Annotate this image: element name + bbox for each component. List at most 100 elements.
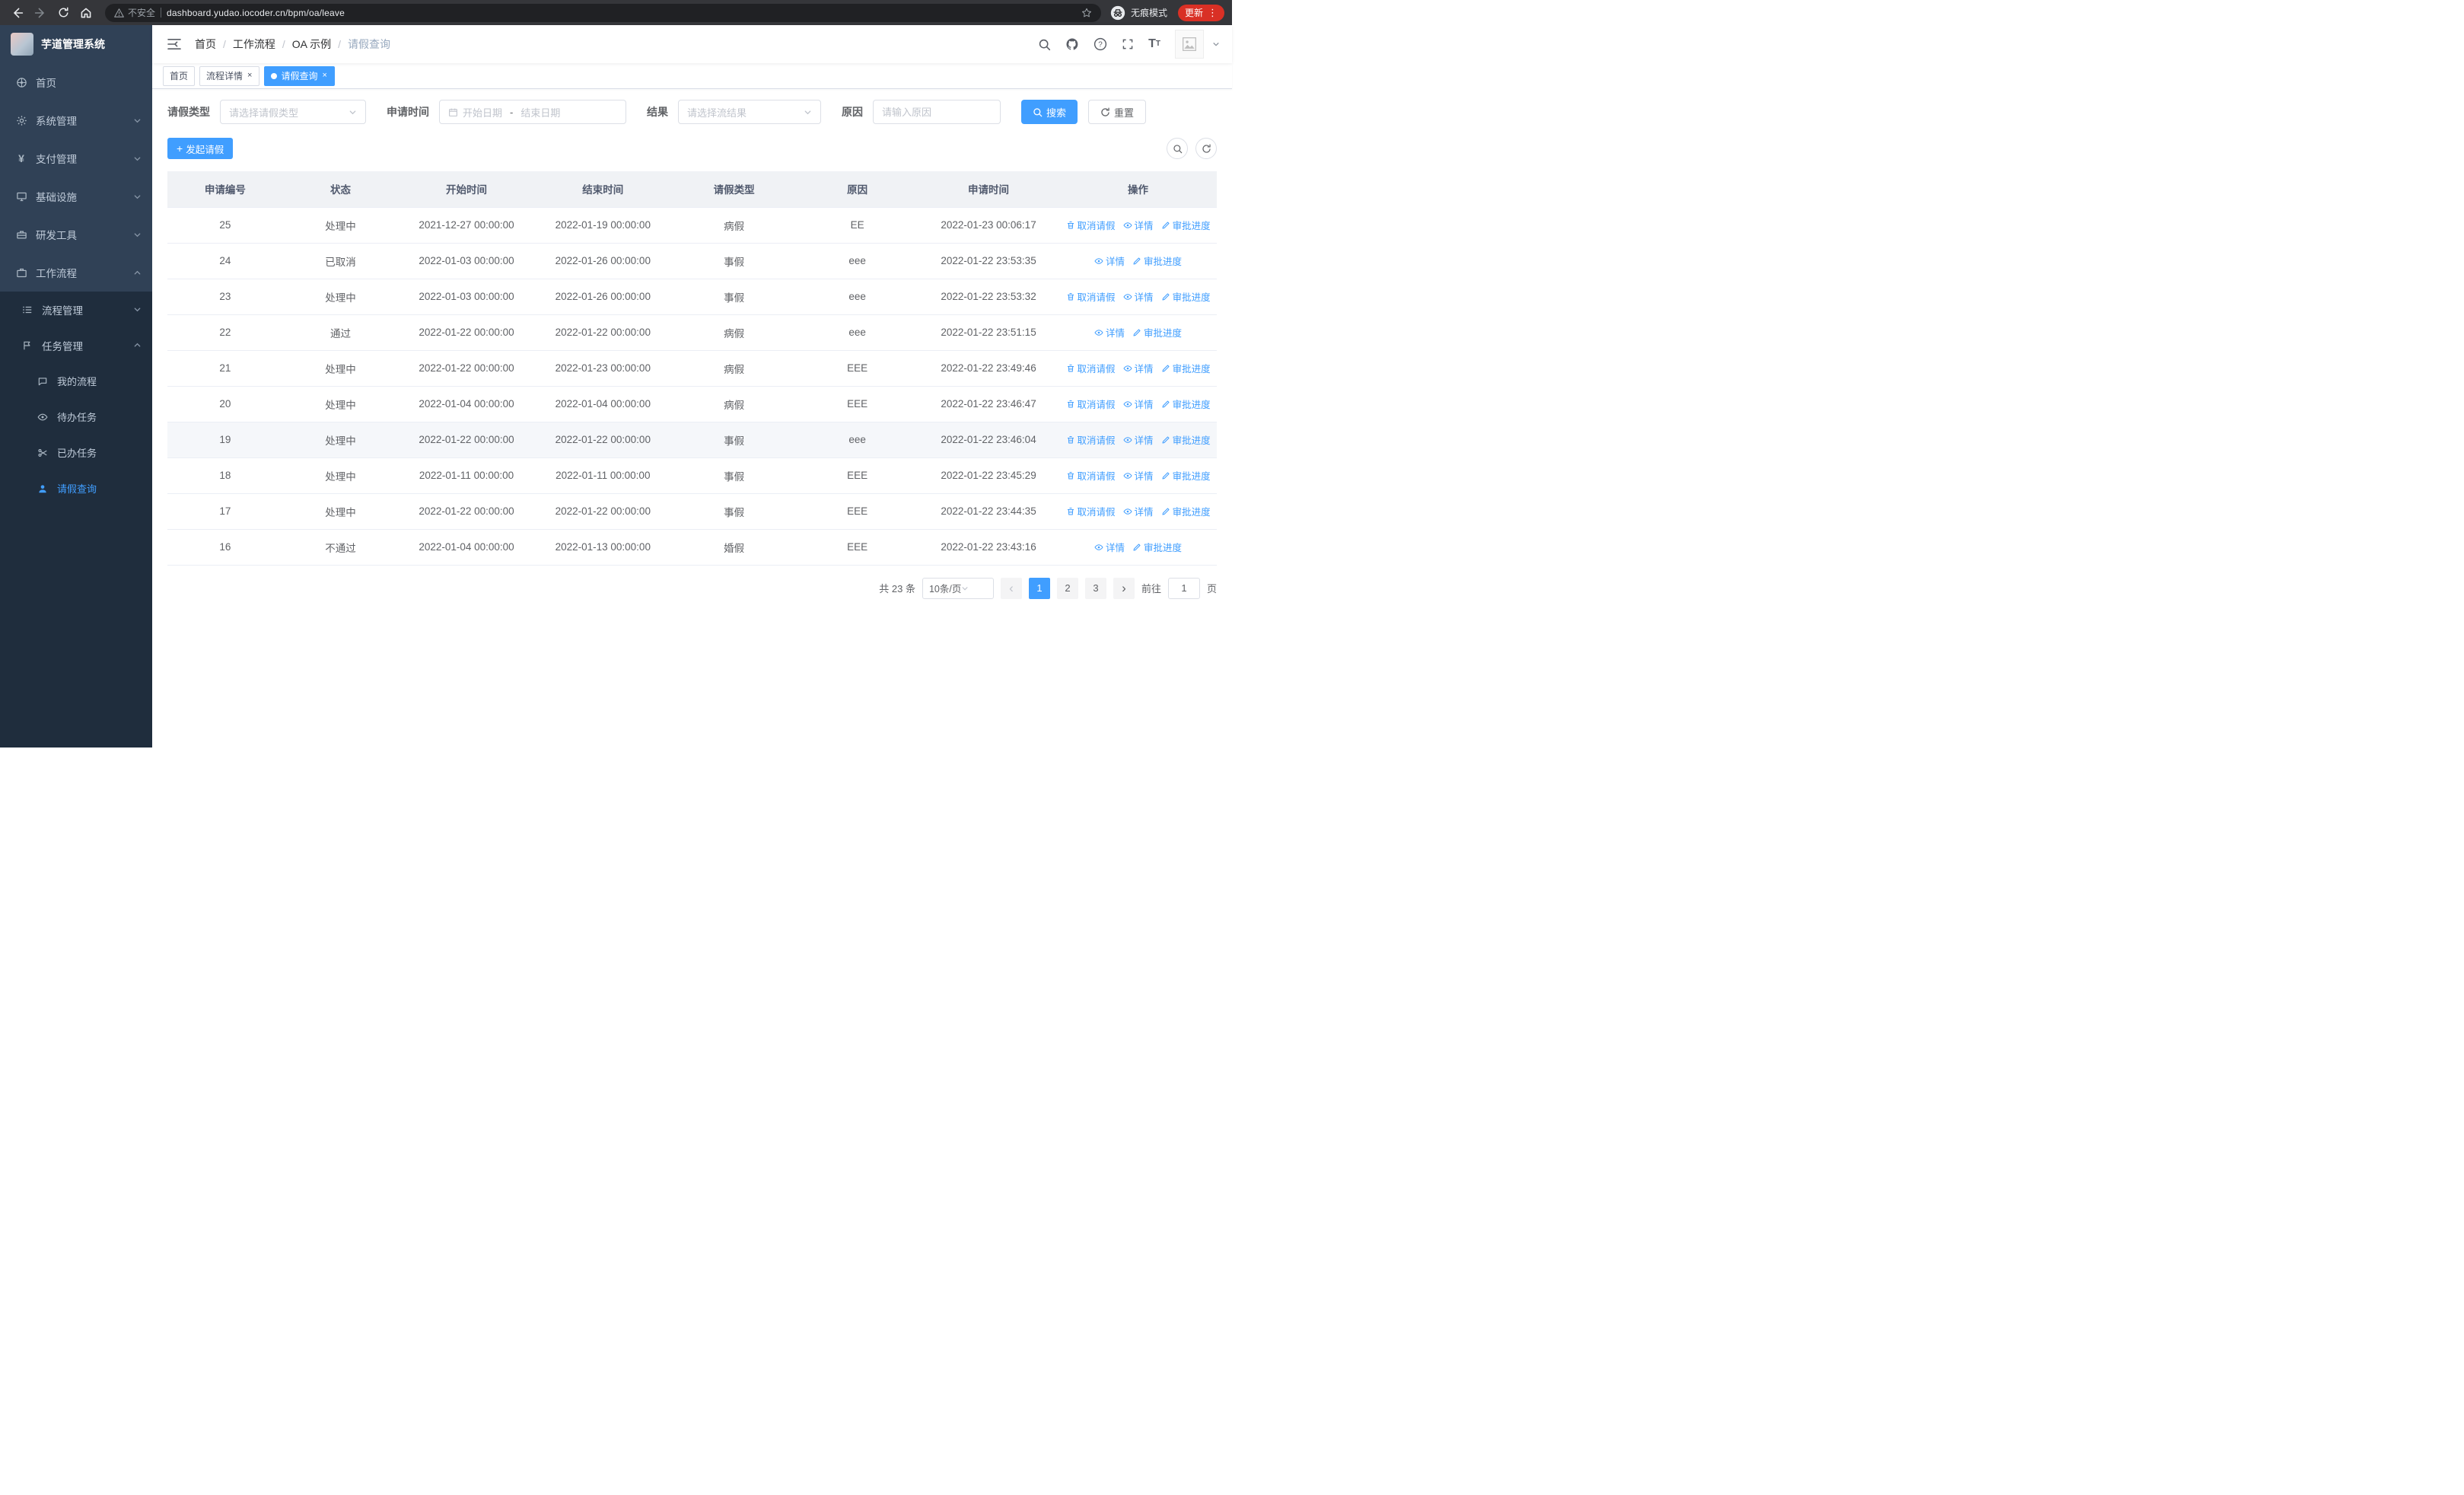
sidebar-item-todo-tasks[interactable]: 待办任务 bbox=[0, 399, 152, 435]
result-label: 结果 bbox=[647, 106, 668, 118]
cancel-leave-link[interactable]: 取消请假 bbox=[1066, 468, 1116, 483]
tab-leave-query[interactable]: 请假查询 × bbox=[264, 65, 335, 86]
approval-progress-link[interactable]: 审批进度 bbox=[1161, 432, 1211, 447]
tab-home[interactable]: 首页 bbox=[163, 65, 196, 86]
apply-time-range-picker[interactable]: 开始日期 - 结束日期 bbox=[439, 100, 626, 124]
detail-link[interactable]: 详情 bbox=[1122, 361, 1154, 375]
toggle-search-button[interactable] bbox=[1167, 138, 1188, 159]
approval-progress-link[interactable]: 审批进度 bbox=[1132, 325, 1182, 339]
font-size-icon[interactable]: TT bbox=[1148, 38, 1160, 50]
cell-leave-type: 事假 bbox=[670, 279, 797, 315]
approval-progress-link[interactable]: 审批进度 bbox=[1132, 253, 1182, 268]
cell-reason: eee bbox=[797, 243, 918, 279]
approval-progress-link[interactable]: 审批进度 bbox=[1132, 540, 1182, 554]
fullscreen-icon[interactable] bbox=[1122, 38, 1134, 50]
chevron-down-icon bbox=[349, 108, 357, 116]
breadcrumb-item[interactable]: OA 示例 bbox=[292, 37, 331, 52]
approval-progress-link[interactable]: 审批进度 bbox=[1161, 504, 1211, 518]
tab-process-detail[interactable]: 流程详情 × bbox=[199, 65, 260, 86]
browser-home-button[interactable] bbox=[76, 3, 96, 23]
workflow-submenu: 流程管理 任务管理 我的流程 待办任务 已办任务 请假查询 bbox=[0, 292, 152, 748]
page-button-3[interactable]: 3 bbox=[1084, 577, 1106, 599]
create-leave-button[interactable]: + 发起请假 bbox=[167, 138, 234, 159]
detail-link[interactable]: 详情 bbox=[1094, 253, 1125, 268]
cancel-leave-link[interactable]: 取消请假 bbox=[1066, 218, 1116, 232]
prev-page-button[interactable]: ‹ bbox=[1000, 577, 1022, 599]
goto-page-input[interactable] bbox=[1167, 577, 1200, 599]
next-page-button[interactable]: › bbox=[1113, 577, 1135, 599]
cancel-leave-link[interactable]: 取消请假 bbox=[1066, 289, 1116, 304]
close-tab-icon[interactable]: × bbox=[247, 72, 253, 80]
approval-progress-link[interactable]: 审批进度 bbox=[1161, 397, 1211, 411]
github-icon[interactable] bbox=[1065, 37, 1079, 51]
detail-link[interactable]: 详情 bbox=[1094, 325, 1125, 339]
security-label: 不安全 bbox=[128, 8, 156, 18]
cancel-leave-link[interactable]: 取消请假 bbox=[1066, 432, 1116, 447]
sidebar-item-task-mgmt[interactable]: 任务管理 bbox=[0, 327, 152, 363]
sidebar-item-payment-mgmt[interactable]: ¥ 支付管理 bbox=[0, 139, 152, 177]
approval-progress-link[interactable]: 审批进度 bbox=[1161, 218, 1211, 232]
page-button-1[interactable]: 1 bbox=[1028, 577, 1050, 599]
security-warning[interactable]: 不安全 bbox=[114, 6, 155, 19]
address-bar[interactable]: 不安全 dashboard.yudao.iocoder.cn/bpm/oa/le… bbox=[105, 3, 1101, 22]
browser-back-button[interactable] bbox=[8, 3, 27, 23]
cancel-leave-link[interactable]: 取消请假 bbox=[1066, 397, 1116, 411]
date-start-placeholder: 开始日期 bbox=[463, 107, 503, 119]
pen-icon bbox=[1133, 543, 1141, 550]
app-logo[interactable]: 芋道管理系统 bbox=[0, 25, 152, 63]
reset-button[interactable]: 重置 bbox=[1088, 100, 1147, 124]
sidebar-item-system-mgmt[interactable]: 系统管理 bbox=[0, 101, 152, 139]
cell-status: 处理中 bbox=[282, 386, 399, 422]
browser-update-button[interactable]: 更新 ⋮ bbox=[1177, 4, 1224, 21]
cancel-leave-link[interactable]: 取消请假 bbox=[1066, 361, 1116, 375]
tab-label: 首页 bbox=[170, 71, 189, 81]
page-size-select[interactable]: 10条/页 bbox=[922, 577, 994, 599]
close-tab-icon[interactable]: × bbox=[321, 72, 327, 80]
bookmark-star-icon[interactable] bbox=[1081, 8, 1092, 18]
breadcrumb-item[interactable]: 工作流程 bbox=[233, 37, 275, 52]
detail-link[interactable]: 详情 bbox=[1122, 397, 1154, 411]
cell-status: 处理中 bbox=[282, 279, 399, 315]
sidebar-item-dev-tools[interactable]: 研发工具 bbox=[0, 215, 152, 253]
detail-link[interactable]: 详情 bbox=[1122, 289, 1154, 304]
cell-start-time: 2022-01-22 00:00:00 bbox=[398, 493, 535, 530]
result-select[interactable]: 请选择流结果 bbox=[678, 100, 821, 124]
sidebar-item-workflow[interactable]: 工作流程 bbox=[0, 253, 152, 292]
sidebar-item-done-tasks[interactable]: 已办任务 bbox=[0, 435, 152, 470]
breadcrumb-item[interactable]: 首页 bbox=[195, 37, 216, 52]
sidebar-item-my-process[interactable]: 我的流程 bbox=[0, 363, 152, 399]
approval-progress-link[interactable]: 审批进度 bbox=[1161, 468, 1211, 483]
sidebar-item-infrastructure[interactable]: 基础设施 bbox=[0, 177, 152, 215]
approval-progress-link[interactable]: 审批进度 bbox=[1161, 361, 1211, 375]
approval-progress-link[interactable]: 审批进度 bbox=[1161, 289, 1211, 304]
cancel-leave-link[interactable]: 取消请假 bbox=[1066, 504, 1116, 518]
caret-down-icon[interactable] bbox=[1212, 40, 1220, 48]
sidebar-item-home[interactable]: 首页 bbox=[0, 63, 152, 101]
detail-link[interactable]: 详情 bbox=[1122, 468, 1154, 483]
refresh-table-button[interactable] bbox=[1195, 138, 1217, 159]
browser-menu-icon[interactable]: ⋮ bbox=[1208, 8, 1218, 18]
sidebar-item-process-mgmt[interactable]: 流程管理 bbox=[0, 292, 152, 327]
col-reason: 原因 bbox=[797, 171, 918, 208]
user-avatar[interactable] bbox=[1175, 30, 1204, 59]
browser-chrome: 不安全 dashboard.yudao.iocoder.cn/bpm/oa/le… bbox=[0, 0, 1232, 25]
search-button[interactable]: 搜索 bbox=[1021, 100, 1078, 124]
search-icon[interactable] bbox=[1038, 38, 1051, 51]
cell-end-time: 2022-01-26 00:00:00 bbox=[534, 243, 671, 279]
browser-refresh-button[interactable] bbox=[53, 3, 73, 23]
browser-forward-button[interactable] bbox=[30, 3, 50, 23]
eye-icon bbox=[1094, 543, 1103, 550]
cell-reason: EEE bbox=[797, 386, 918, 422]
detail-link[interactable]: 详情 bbox=[1094, 540, 1125, 554]
page-button-2[interactable]: 2 bbox=[1056, 577, 1078, 599]
detail-link[interactable]: 详情 bbox=[1122, 432, 1154, 447]
sidebar-toggle-button[interactable] bbox=[164, 35, 184, 53]
cell-reason: EEE bbox=[797, 350, 918, 387]
monitor-icon bbox=[15, 191, 27, 202]
detail-link[interactable]: 详情 bbox=[1122, 504, 1154, 518]
detail-link[interactable]: 详情 bbox=[1122, 218, 1154, 232]
leave-type-select[interactable]: 请选择请假类型 bbox=[220, 100, 366, 124]
sidebar-item-leave-query[interactable]: 请假查询 bbox=[0, 470, 152, 506]
reason-input[interactable] bbox=[873, 100, 1001, 124]
help-icon[interactable]: ? bbox=[1094, 37, 1107, 51]
